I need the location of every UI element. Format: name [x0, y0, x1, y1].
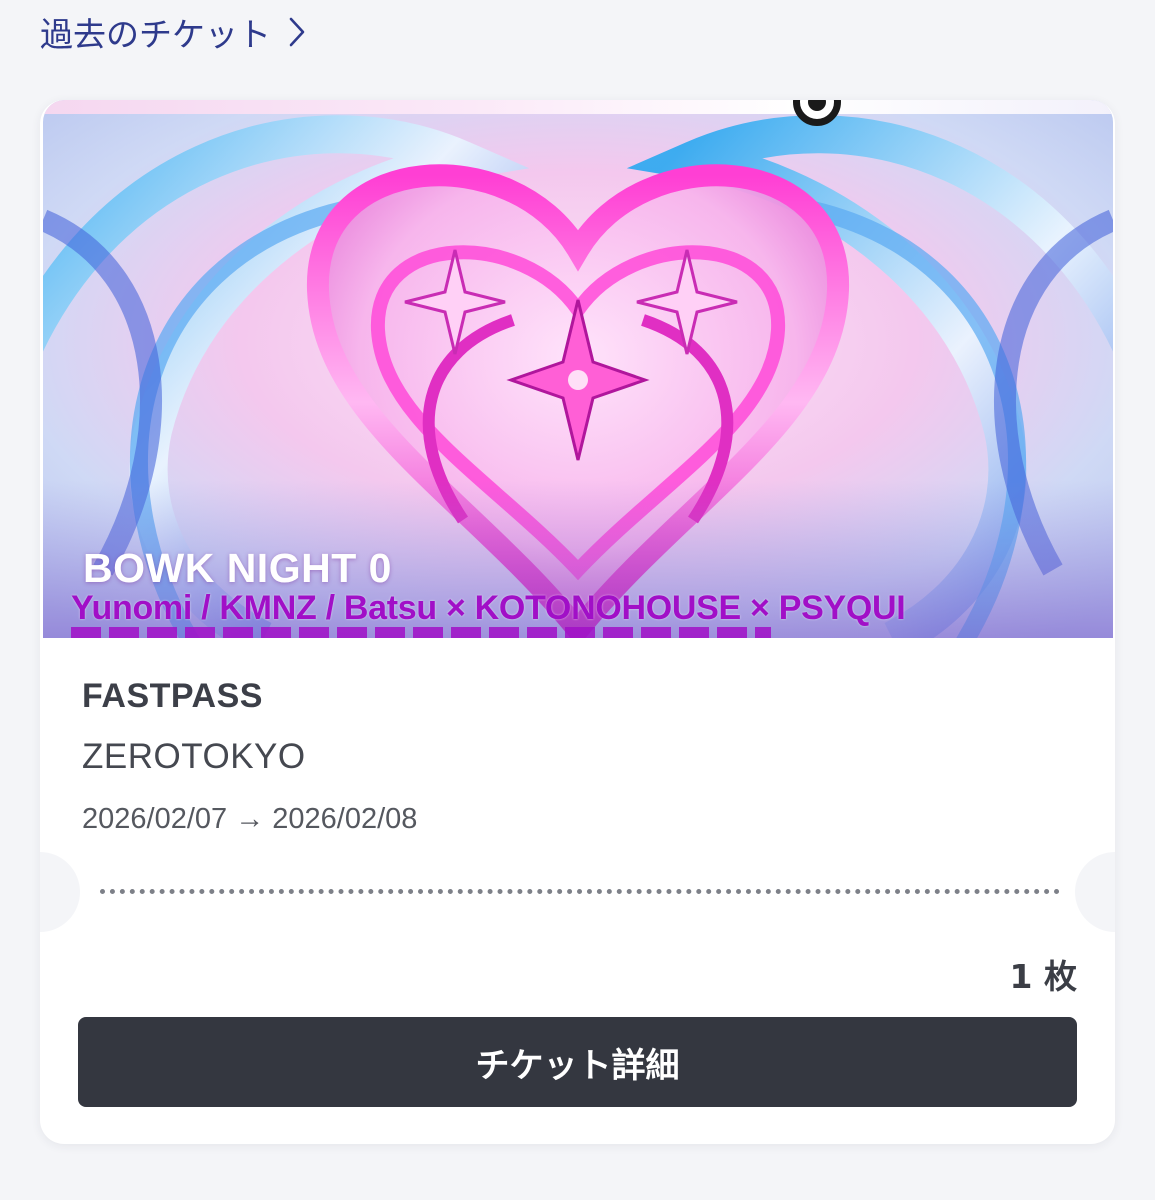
lineup-cutoff-text	[71, 627, 771, 638]
ticket-card[interactable]: BOWK NIGHT 0 Yunomi / KMNZ / Batsu × KOT…	[40, 100, 1115, 1144]
banner-top-strip	[43, 100, 1113, 114]
event-title: BOWK NIGHT 0	[83, 545, 392, 591]
ticket-notch-left	[40, 852, 80, 932]
past-tickets-link[interactable]: 過去のチケット	[40, 10, 305, 54]
past-tickets-label: 過去のチケット	[40, 15, 271, 54]
venue-name: ZEROTOKYO	[82, 737, 306, 776]
chevron-right-icon	[289, 17, 305, 47]
pass-name: FASTPASS	[82, 677, 263, 715]
ticket-detail-button-label: チケット詳細	[475, 1045, 680, 1086]
ticket-quantity: 1 枚	[1009, 957, 1077, 996]
event-dates: 2026/02/07 → 2026/02/08	[82, 803, 418, 835]
event-banner: BOWK NIGHT 0 Yunomi / KMNZ / Batsu × KOT…	[43, 100, 1113, 638]
ticket-notch-right	[1075, 852, 1115, 932]
ticket-detail-button[interactable]: チケット詳細	[78, 1017, 1077, 1107]
perforation-divider	[100, 889, 1060, 894]
event-lineup: Yunomi / KMNZ / Batsu × KOTONOHOUSE × PS…	[71, 589, 906, 627]
